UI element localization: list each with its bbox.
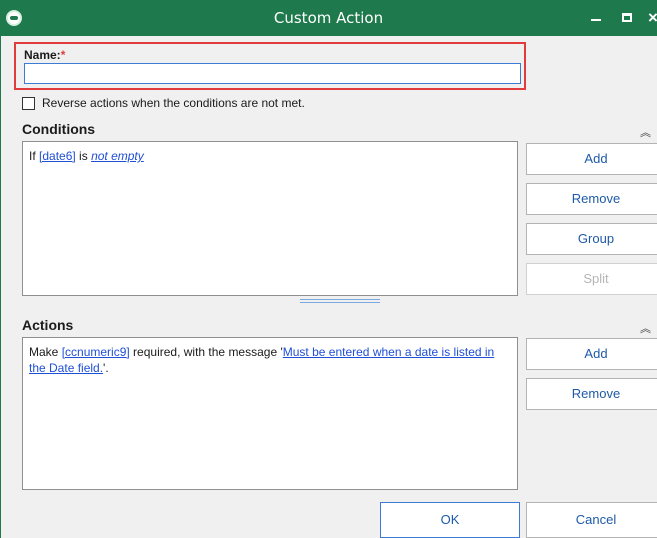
- minimize-button[interactable]: [582, 0, 610, 36]
- name-field-group: Name:*: [14, 42, 526, 90]
- conditions-collapse-icon[interactable]: ︽: [640, 124, 651, 140]
- actions-add-button[interactable]: Add: [526, 338, 657, 370]
- conditions-add-button[interactable]: Add: [526, 143, 657, 175]
- maximize-button[interactable]: [614, 0, 642, 36]
- action-suffix: '.: [103, 361, 109, 375]
- actions-remove-button[interactable]: Remove: [526, 378, 657, 410]
- reverse-actions-label: Reverse actions when the conditions are …: [42, 96, 305, 110]
- actions-list[interactable]: Make [ccnumeric9] required, with the mes…: [22, 337, 518, 490]
- action-item: Make [ccnumeric9] required, with the mes…: [29, 344, 511, 376]
- custom-action-dialog: Custom Action × Name:* Reverse actions w…: [0, 0, 657, 538]
- close-button[interactable]: ×: [644, 0, 657, 36]
- conditions-split-button[interactable]: Split: [526, 263, 657, 295]
- section-splitter-handle[interactable]: [300, 299, 380, 303]
- cancel-button[interactable]: Cancel: [526, 502, 657, 538]
- close-icon: ×: [648, 8, 657, 27]
- required-marker: *: [60, 48, 66, 62]
- conditions-list[interactable]: If [date6] is not empty: [22, 141, 518, 296]
- name-label-text: Name:: [24, 48, 61, 62]
- condition-item: If [date6] is not empty: [29, 148, 511, 164]
- action-field-link[interactable]: [ccnumeric9]: [62, 345, 130, 359]
- window-title: Custom Action: [273, 9, 384, 27]
- condition-middle: is: [75, 149, 92, 163]
- name-input[interactable]: [24, 63, 521, 84]
- conditions-title: Conditions: [22, 121, 96, 137]
- condition-field-link[interactable]: [date6]: [39, 149, 76, 163]
- name-label: Name:*: [24, 48, 65, 62]
- minimize-icon: [591, 19, 601, 21]
- condition-prefix: If: [29, 149, 40, 163]
- action-middle: required, with the message ': [129, 345, 283, 359]
- ok-button[interactable]: OK: [380, 502, 520, 538]
- conditions-group-button[interactable]: Group: [526, 223, 657, 255]
- condition-operator-link[interactable]: not empty: [91, 149, 144, 163]
- title-bar[interactable]: Custom Action ×: [0, 0, 657, 36]
- actions-collapse-icon[interactable]: ︽: [640, 320, 651, 336]
- actions-title: Actions: [22, 317, 74, 333]
- window-border: [0, 36, 1, 538]
- conditions-remove-button[interactable]: Remove: [526, 183, 657, 215]
- reverse-actions-row[interactable]: Reverse actions when the conditions are …: [22, 95, 305, 111]
- maximize-icon: [622, 13, 632, 22]
- action-prefix: Make: [29, 345, 62, 359]
- reverse-actions-checkbox[interactable]: [22, 96, 35, 110]
